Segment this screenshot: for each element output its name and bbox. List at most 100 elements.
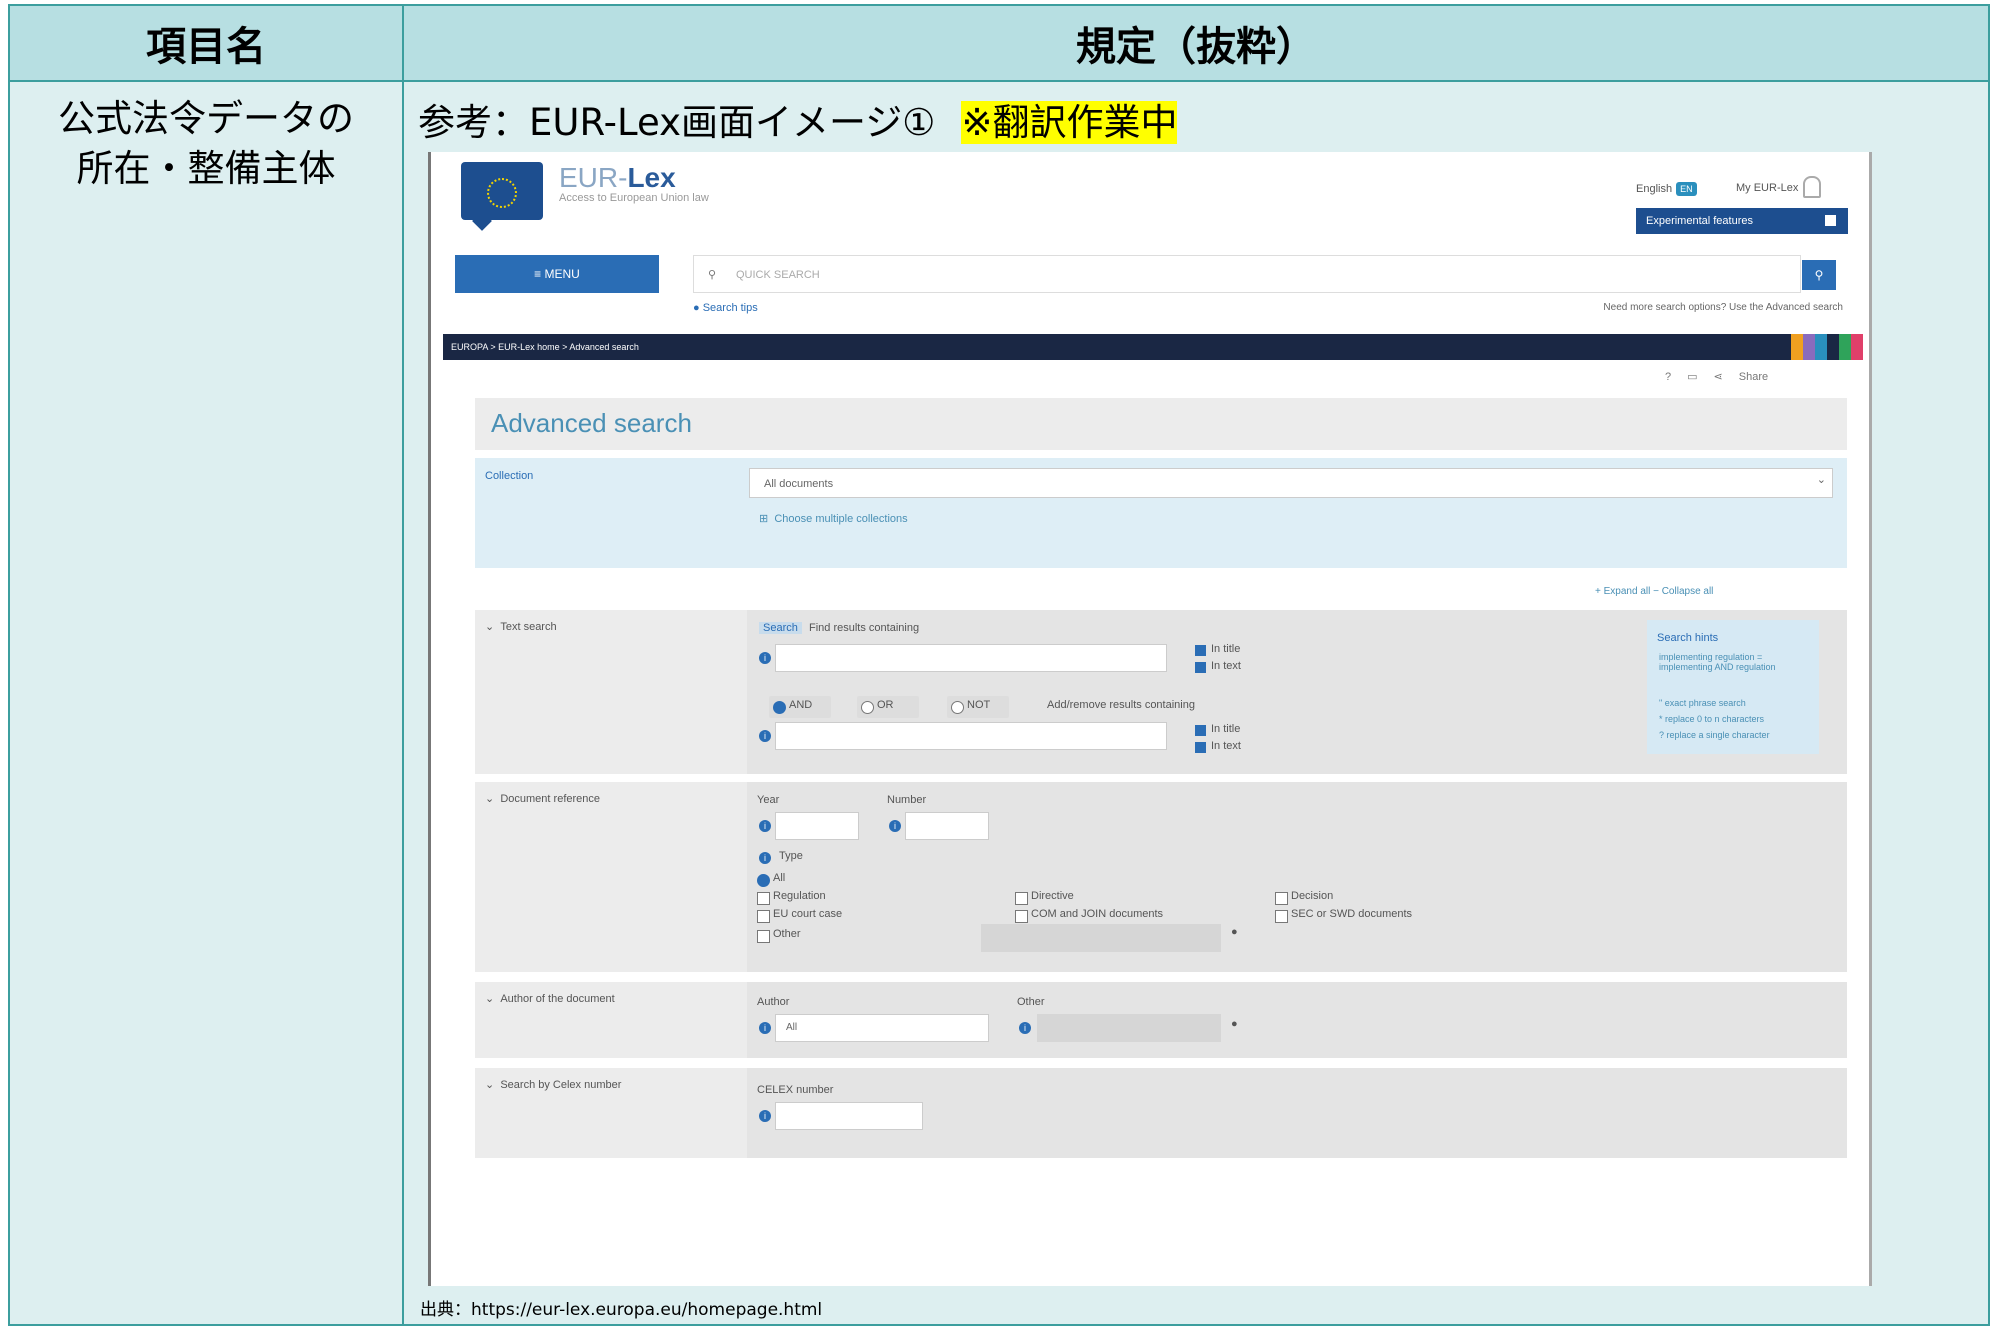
expand-collapse-links[interactable]: + Expand all − Collapse all [1595,586,1713,597]
author-section: ⌄ Author of the document Author Other i … [475,982,1847,1058]
sec-swd-checkbox[interactable] [1275,910,1288,923]
doc-ref-panel: Year Number i i i Type All Regulation Di… [747,782,1847,972]
translation-highlight: ※翻訳作業中 [961,101,1178,144]
type-label: Type [779,850,803,862]
directive-checkbox[interactable] [1015,892,1028,905]
and-label: AND [789,699,813,711]
reference-label: 参考：EUR-Lex画面イメージ① [418,101,936,144]
info-icon[interactable]: i [889,820,901,832]
in-text-checkbox[interactable] [1195,662,1206,673]
celex-section-title[interactable]: ⌄ Search by Celex number [485,1078,621,1091]
text-search-title[interactable]: ⌄ Text search [485,620,557,633]
experimental-toggle[interactable]: Experimental features [1636,208,1848,234]
and-radio[interactable] [773,701,786,714]
all-label: All [773,872,786,884]
user-icon[interactable] [1803,176,1821,198]
help-icon[interactable]: ? [1665,371,1671,383]
language-selector[interactable]: English EN [1636,182,1697,196]
in-title-checkbox[interactable] [1195,645,1206,656]
advanced-search-header: Advanced search [475,398,1847,450]
in-title-label: In title [1211,723,1241,735]
other-checkbox[interactable] [757,930,770,943]
share-icon[interactable]: ⋖ [1714,371,1723,383]
text-search-section: ⌄ Text search Search Find results contai… [475,610,1847,774]
info-icon[interactable]: i [759,652,771,664]
my-eurlex-link[interactable]: My EUR-Lex [1736,182,1798,194]
com-join-label: COM and JOIN documents [1031,908,1164,920]
or-label: OR [877,699,894,711]
year-input[interactable] [775,812,859,840]
collection-select[interactable]: All documents [749,465,1833,498]
author-section-title[interactable]: ⌄ Author of the document [485,992,615,1005]
breadcrumb-text[interactable]: EUROPA > EUR-Lex home > Advanced search [451,342,639,352]
page-tools[interactable]: ? ▭ ⋖ Share [1657,370,1776,383]
info-icon[interactable]: i [759,1110,771,1122]
regulation-checkbox[interactable] [757,892,770,905]
slide: 項目名 規定（抜粋） 公式法令データの 所在・整備主体 参考：EUR-Lex画面… [0,0,1991,1326]
other-label: Other [773,928,801,940]
author-panel: Author Other i All i ● [747,982,1847,1058]
other-input[interactable] [981,924,1221,952]
item-name-line1: 公式法令データの [58,97,354,140]
other-author-input[interactable] [1037,1014,1221,1042]
doc-ref-title[interactable]: ⌄ Document reference [485,792,600,805]
celex-section: ⌄ Search by Celex number CELEX number i [475,1068,1847,1158]
number-label: Number [887,794,927,806]
search-button[interactable]: ⚲ [1802,260,1836,290]
menu-button[interactable]: ≡ MENU [455,255,659,293]
in-title-checkbox[interactable] [1195,725,1206,736]
search-hints-box: Search hints implementing regulation = i… [1647,620,1819,754]
com-join-checkbox[interactable] [1015,910,1028,923]
info-icon[interactable]: i [759,1022,771,1034]
search-tips-label: Search tips [702,302,758,314]
add-remove-input[interactable] [775,722,1167,750]
item-name-cell: 公式法令データの 所在・整備主体 [8,80,404,1326]
search-tips-link[interactable]: ● Search tips [693,302,758,314]
info-icon[interactable]: i [759,820,771,832]
experimental-label: Experimental features [1646,215,1753,227]
or-radio[interactable] [861,701,874,714]
hint-item: * replace 0 to n characters [1659,714,1765,724]
text-search-label: Text search [500,621,557,633]
find-results-input[interactable] [775,644,1167,672]
breadcrumb: EUROPA > EUR-Lex home > Advanced search [443,334,1863,360]
hint-item: ? replace a single character [1659,730,1770,740]
decision-checkbox[interactable] [1275,892,1288,905]
add-icon[interactable]: ● [1231,1018,1238,1030]
need-more-text[interactable]: Need more search options? Use the Advanc… [1603,302,1843,313]
info-icon[interactable]: i [759,852,771,864]
in-text-checkbox[interactable] [1195,742,1206,753]
celex-input[interactable] [775,1102,923,1130]
document-reference-section: ⌄ Document reference Year Number i i i T… [475,782,1847,972]
content-table: 項目名 規定（抜粋） 公式法令データの 所在・整備主体 参考：EUR-Lex画面… [8,4,1990,1326]
regulation-label: Regulation [773,890,826,902]
col1-header: 項目名 [8,4,404,82]
info-icon[interactable]: i [1019,1022,1031,1034]
quick-search-input[interactable]: ⚲ QUICK SEARCH [693,255,1801,293]
regulation-cell: 参考：EUR-Lex画面イメージ① ※翻訳作業中 EUR-Lex Access t… [402,80,1990,1326]
print-icon[interactable]: ▭ [1687,371,1697,383]
collection-label: Collection [485,470,534,482]
share-label[interactable]: Share [1739,371,1768,383]
not-radio[interactable] [951,701,964,714]
brand-prefix: EUR- [559,162,628,193]
hint-item: implementing regulation = implementing A… [1659,652,1776,672]
author-select[interactable]: All [775,1014,989,1042]
other-author-label: Other [1017,996,1045,1008]
quick-search-placeholder: QUICK SEARCH [736,269,820,281]
brand-subtitle: Access to European Union law [559,192,709,204]
add-remove-label: Add/remove results containing [1047,699,1195,711]
in-text-label: In text [1211,740,1241,752]
add-icon[interactable]: ● [1231,926,1238,938]
brand-suffix: Lex [627,162,676,193]
eu-court-checkbox[interactable] [757,910,770,923]
eurlex-logo-icon [461,162,543,220]
number-input[interactable] [905,812,989,840]
author-label: Author [757,996,790,1008]
celex-section-label: Search by Celex number [500,1079,622,1091]
choose-multiple-link[interactable]: ⊞ Choose multiple collections [759,512,908,525]
source-citation: 出典：https://eur-lex.europa.eu/homepage.ht… [420,1300,823,1320]
choose-multiple-label: Choose multiple collections [774,513,908,525]
info-icon[interactable]: i [759,730,771,742]
all-radio[interactable] [757,874,770,887]
